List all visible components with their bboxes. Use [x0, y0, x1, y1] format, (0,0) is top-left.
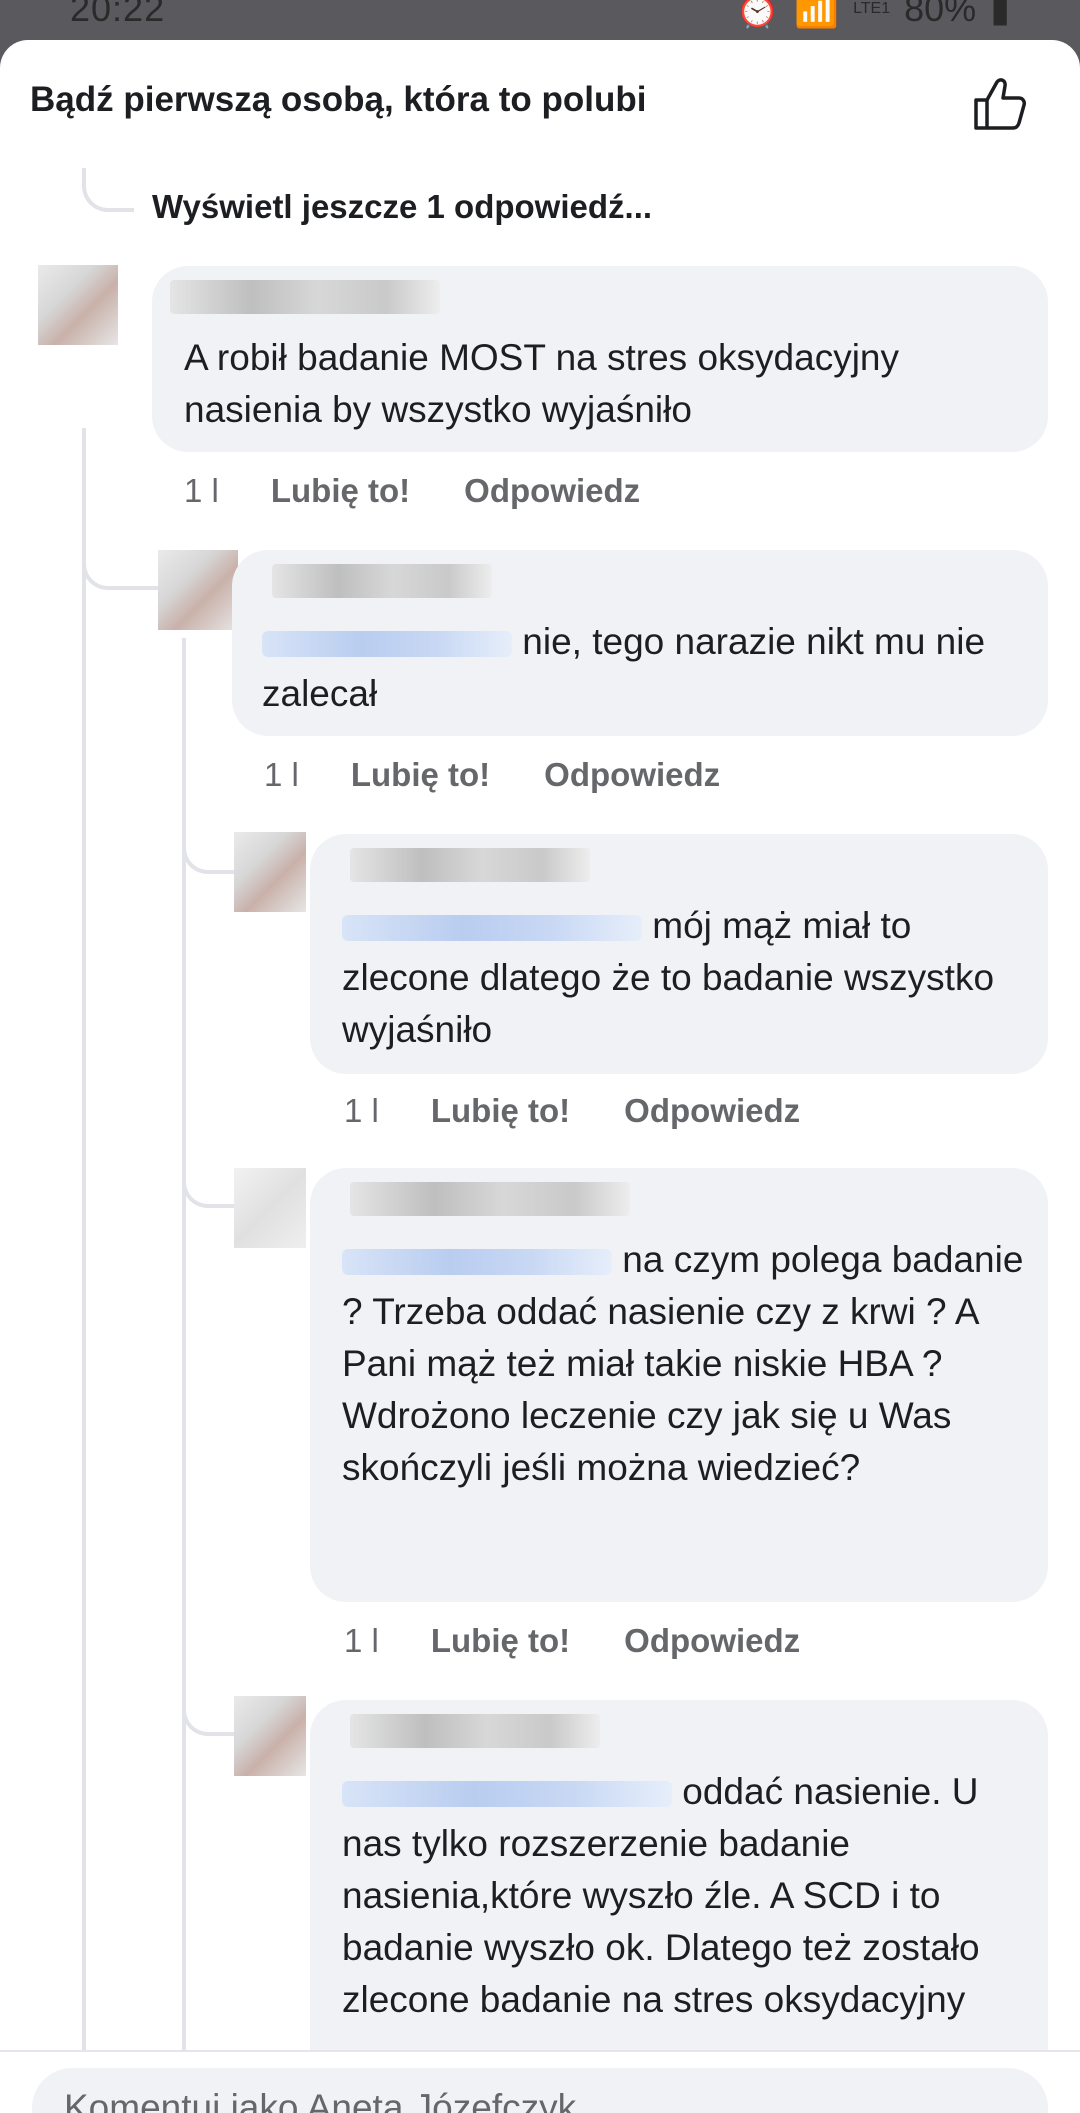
mention-link[interactable]	[342, 915, 642, 942]
comment-text: mój mąż miał to zlecone dlatego że to ba…	[342, 900, 1032, 1056]
mention-link[interactable]	[342, 1249, 612, 1276]
like-button[interactable]: Lubię to!	[351, 756, 490, 794]
likes-header: Bądź pierwszą osobą, która to polubi	[30, 80, 647, 119]
reply-connector	[82, 546, 160, 590]
wifi-icon: 📶	[794, 0, 840, 29]
thread-line-main	[82, 428, 86, 2108]
author-name[interactable]	[350, 848, 590, 882]
mention-link[interactable]	[342, 1781, 672, 1808]
avatar[interactable]	[38, 265, 118, 345]
comment-bubble: nie, tego narazie nikt mu nie zalecał	[232, 550, 1048, 736]
comment-body: na czym polega badanie ? Trzeba oddać na…	[342, 1239, 1024, 1488]
avatar[interactable]	[158, 550, 238, 630]
reply-button[interactable]: Odpowiedz	[544, 756, 720, 794]
comment-bubble: A robił badanie MOST na stres oksydacyjn…	[152, 266, 1048, 452]
author-name[interactable]	[350, 1714, 600, 1748]
comment-actions: 1 l Lubię to! Odpowiedz	[184, 472, 640, 510]
comment-bubble: mój mąż miał to zlecone dlatego że to ba…	[310, 834, 1048, 1074]
composer-bar: Komentuj jako Aneta Józefczyk	[0, 2050, 1080, 2113]
like-button[interactable]: Lubię to!	[431, 1092, 570, 1130]
view-more-replies-link[interactable]: Wyświetl jeszcze 1 odpowiedź...	[152, 188, 652, 226]
reply-connector	[182, 830, 240, 874]
battery-icon: ▮	[990, 0, 1010, 29]
comment-bubble: oddać nasienie. U nas tylko rozszerzenie…	[310, 1700, 1048, 2090]
author-name[interactable]	[170, 280, 440, 314]
status-bar: 20:22 ⏰ 📶 LTE1 80% ▮	[0, 0, 1080, 40]
comment-time: 1 l	[344, 1622, 379, 1659]
avatar[interactable]	[234, 1696, 306, 1776]
alarm-icon: ⏰	[735, 0, 781, 29]
status-time: 20:22	[70, 0, 166, 29]
comment-input[interactable]: Komentuj jako Aneta Józefczyk	[32, 2068, 1048, 2113]
author-name[interactable]	[272, 564, 492, 598]
reply-connector	[182, 1164, 240, 1208]
comment-time: 1 l	[264, 756, 299, 793]
avatar[interactable]	[234, 832, 306, 912]
reply-connector	[182, 1692, 240, 1736]
status-icons: ⏰ 📶 LTE1 80% ▮	[735, 0, 1010, 30]
comments-sheet: Bądź pierwszą osobą, która to polubi Wyś…	[0, 40, 1080, 2113]
network-label: LTE1	[853, 0, 891, 17]
battery-text: 80%	[904, 0, 977, 29]
like-button[interactable]: Lubię to!	[271, 472, 410, 510]
comment-text: na czym polega badanie ? Trzeba oddać na…	[342, 1234, 1032, 1494]
comment-actions: 1 l Lubię to! Odpowiedz	[344, 1622, 800, 1660]
author-name[interactable]	[350, 1182, 630, 1216]
comment-bubble: na czym polega badanie ? Trzeba oddać na…	[310, 1168, 1048, 1602]
comment-time: 1 l	[344, 1092, 379, 1129]
mention-link[interactable]	[262, 631, 512, 658]
comment-text: nie, tego narazie nikt mu nie zalecał	[262, 616, 1032, 720]
reply-button[interactable]: Odpowiedz	[464, 472, 640, 510]
comment-text: A robił badanie MOST na stres oksydacyjn…	[184, 337, 899, 430]
comment-actions: 1 l Lubię to! Odpowiedz	[264, 756, 720, 794]
like-thumb-icon[interactable]	[970, 74, 1030, 134]
avatar[interactable]	[234, 1168, 306, 1248]
reply-button[interactable]: Odpowiedz	[624, 1622, 800, 1660]
comment-body: oddać nasienie. U nas tylko rozszerzenie…	[342, 1771, 980, 2020]
thread-connector	[82, 168, 134, 212]
like-button[interactable]: Lubię to!	[431, 1622, 570, 1660]
reply-button[interactable]: Odpowiedz	[624, 1092, 800, 1130]
comment-time: 1 l	[184, 472, 219, 509]
comment-actions: 1 l Lubię to! Odpowiedz	[344, 1092, 800, 1130]
comment-text: oddać nasienie. U nas tylko rozszerzenie…	[342, 1766, 1032, 2026]
